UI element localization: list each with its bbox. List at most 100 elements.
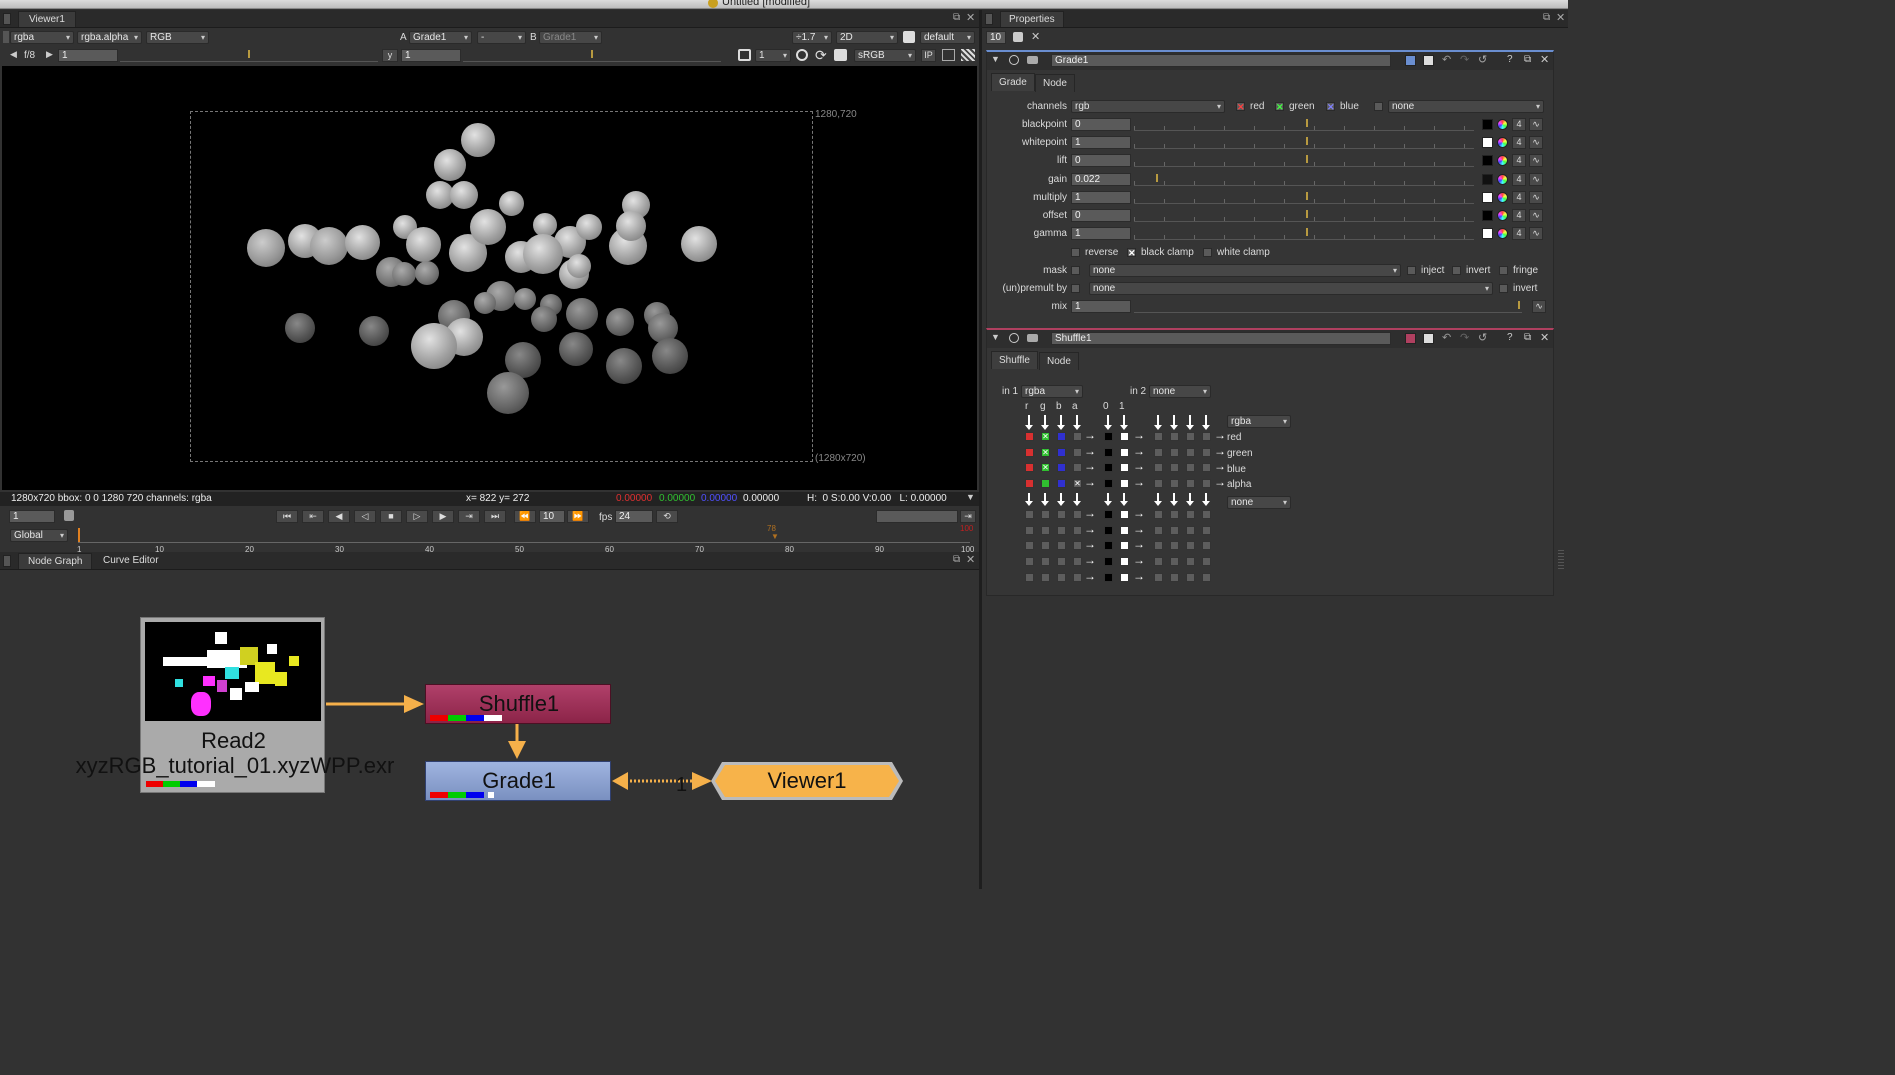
shuffle-cell[interactable]: [1025, 479, 1034, 489]
white-clamp-checkbox[interactable]: [1203, 248, 1212, 257]
knob-slider-offset[interactable]: [1134, 209, 1474, 222]
shuffle-cell[interactable]: [1025, 463, 1034, 473]
collapse-icon[interactable]: ▼: [991, 332, 1000, 342]
redo-icon[interactable]: ↷: [1460, 53, 1469, 66]
color-wheel-icon[interactable]: [1497, 210, 1508, 221]
tab-shuffle[interactable]: Shuffle: [991, 351, 1038, 369]
node-color-icon[interactable]: [1423, 55, 1434, 66]
shuffle-cell[interactable]: [1202, 479, 1211, 489]
knob-field-lift[interactable]: 0: [1071, 154, 1131, 168]
shuffle-cell[interactable]: [1202, 510, 1211, 519]
shuffle-cell[interactable]: [1154, 479, 1163, 489]
next-keyframe-button[interactable]: ⇥: [458, 510, 480, 523]
channel-split-button[interactable]: 4: [1512, 209, 1526, 222]
shuffle-cell[interactable]: [1154, 525, 1163, 535]
shuffle-cell[interactable]: [1170, 432, 1179, 441]
color-wheel-icon[interactable]: [1497, 228, 1508, 240]
frame-lock-icon[interactable]: [64, 510, 74, 521]
color-wheel-icon[interactable]: [1497, 137, 1508, 149]
shuffle-name-field[interactable]: Shuffle1: [1051, 332, 1391, 345]
channel-split-button[interactable]: 4: [1512, 118, 1526, 131]
node-color-icon[interactable]: [1423, 333, 1434, 344]
clear-panels-icon[interactable]: ✕: [1031, 30, 1040, 43]
knob-field-gain[interactable]: 0.022: [1071, 172, 1131, 186]
undo-icon[interactable]: ↶: [1442, 53, 1451, 66]
black-clamp-checkbox[interactable]: ✕: [1127, 248, 1136, 258]
loop-button[interactable]: ⟲: [656, 510, 678, 523]
step-forward-button[interactable]: ⏩: [567, 510, 589, 523]
pane-menu-icon[interactable]: [985, 13, 993, 25]
mix-field[interactable]: 1: [1071, 300, 1131, 313]
shuffle-const-cell[interactable]: [1104, 432, 1113, 441]
shuffle-const-cell[interactable]: [1120, 479, 1129, 489]
shuffle-cell[interactable]: [1057, 447, 1066, 457]
knob-slider-whitepoint[interactable]: [1134, 136, 1474, 150]
pause-icon[interactable]: [834, 49, 847, 61]
in1-dropdown[interactable]: rgba: [1021, 385, 1083, 398]
shuffle-cell[interactable]: [1073, 432, 1082, 441]
node-center-icon[interactable]: [1009, 55, 1019, 65]
checker-icon[interactable]: [961, 49, 975, 61]
shuffle-cell[interactable]: [1202, 572, 1211, 582]
animation-curve-icon[interactable]: ∿: [1529, 227, 1543, 241]
shuffle-cell[interactable]: [1041, 557, 1050, 567]
proxy-dropdown[interactable]: 1: [755, 49, 791, 62]
shuffle-cell[interactable]: [1073, 447, 1082, 457]
stop-button[interactable]: ■: [380, 510, 402, 523]
shuffle-cell[interactable]: [1186, 525, 1195, 535]
float-pane-icon[interactable]: ⧉: [1543, 12, 1550, 23]
knob-field-offset[interactable]: 0: [1071, 209, 1131, 222]
knob-field-blackpoint[interactable]: 0: [1071, 118, 1131, 131]
color-wheel-icon[interactable]: [1497, 155, 1508, 167]
shuffle-const-cell[interactable]: [1120, 541, 1129, 551]
animation-curve-icon[interactable]: ∿: [1529, 190, 1543, 204]
shuffle-cell[interactable]: [1202, 557, 1211, 567]
shuffle-const-cell[interactable]: [1120, 525, 1129, 535]
shuffle-cell[interactable]: [1057, 510, 1066, 519]
shuffle-cell[interactable]: [1073, 463, 1082, 473]
help-icon[interactable]: ?: [1507, 332, 1513, 343]
display-mode-dropdown[interactable]: RGB: [146, 31, 209, 44]
revert-icon[interactable]: ↺: [1478, 53, 1487, 66]
gain-field[interactable]: 1: [58, 49, 118, 62]
shuffle-cell[interactable]: [1154, 463, 1163, 473]
properties-resize-handle[interactable]: [1558, 550, 1564, 570]
shuffle-cell[interactable]: [1041, 541, 1050, 551]
shuffle-cell[interactable]: [1073, 572, 1082, 582]
a-input-dropdown[interactable]: Grade1: [409, 31, 472, 44]
roi-icon[interactable]: [796, 49, 808, 61]
close-panel-icon[interactable]: ✕: [1540, 331, 1549, 344]
shuffle-cell[interactable]: [1154, 557, 1163, 567]
shuffle-cell[interactable]: [1170, 541, 1179, 551]
goto-end-button[interactable]: ⏭: [484, 510, 506, 523]
tab-grade[interactable]: Grade: [991, 73, 1035, 91]
shuffle-const-cell[interactable]: [1120, 572, 1129, 582]
shuffle-const-cell[interactable]: [1104, 479, 1113, 489]
refresh-icon[interactable]: ⟳: [815, 47, 827, 64]
shuffle-cell[interactable]: [1041, 525, 1050, 535]
shuffle-cell[interactable]: [1025, 510, 1034, 519]
shuffle-cell[interactable]: [1057, 572, 1066, 582]
shuffle-cell[interactable]: [1186, 572, 1195, 582]
timeline-track[interactable]: [78, 535, 970, 543]
shuffle-cell[interactable]: [1154, 572, 1163, 582]
premult-checkbox[interactable]: [1071, 284, 1080, 293]
viewport[interactable]: 1280,720 (1280x720): [2, 66, 977, 490]
node-viewer-icon[interactable]: [1027, 334, 1038, 342]
proxy-icon[interactable]: [738, 49, 751, 61]
channel-split-button[interactable]: 4: [1512, 172, 1526, 186]
shuffle-cell[interactable]: [1057, 541, 1066, 551]
shuffle-cell[interactable]: [1057, 525, 1066, 535]
gamma-slider[interactable]: [463, 49, 721, 62]
shuffle-node[interactable]: Shuffle1: [425, 684, 611, 724]
shuffle-const-cell[interactable]: [1120, 510, 1129, 519]
shuffle-cell[interactable]: ✕: [1041, 463, 1050, 473]
info-menu-icon[interactable]: ▼: [966, 492, 975, 502]
colorspace-dropdown[interactable]: sRGB: [854, 49, 916, 62]
fringe-checkbox[interactable]: [1499, 266, 1508, 275]
knob-field-whitepoint[interactable]: 1: [1071, 136, 1131, 150]
in2-dropdown[interactable]: none: [1149, 385, 1211, 398]
playback-range-field[interactable]: [876, 510, 958, 523]
pin-icon[interactable]: [1013, 32, 1023, 42]
knob-field-multiply[interactable]: 1: [1071, 190, 1131, 204]
